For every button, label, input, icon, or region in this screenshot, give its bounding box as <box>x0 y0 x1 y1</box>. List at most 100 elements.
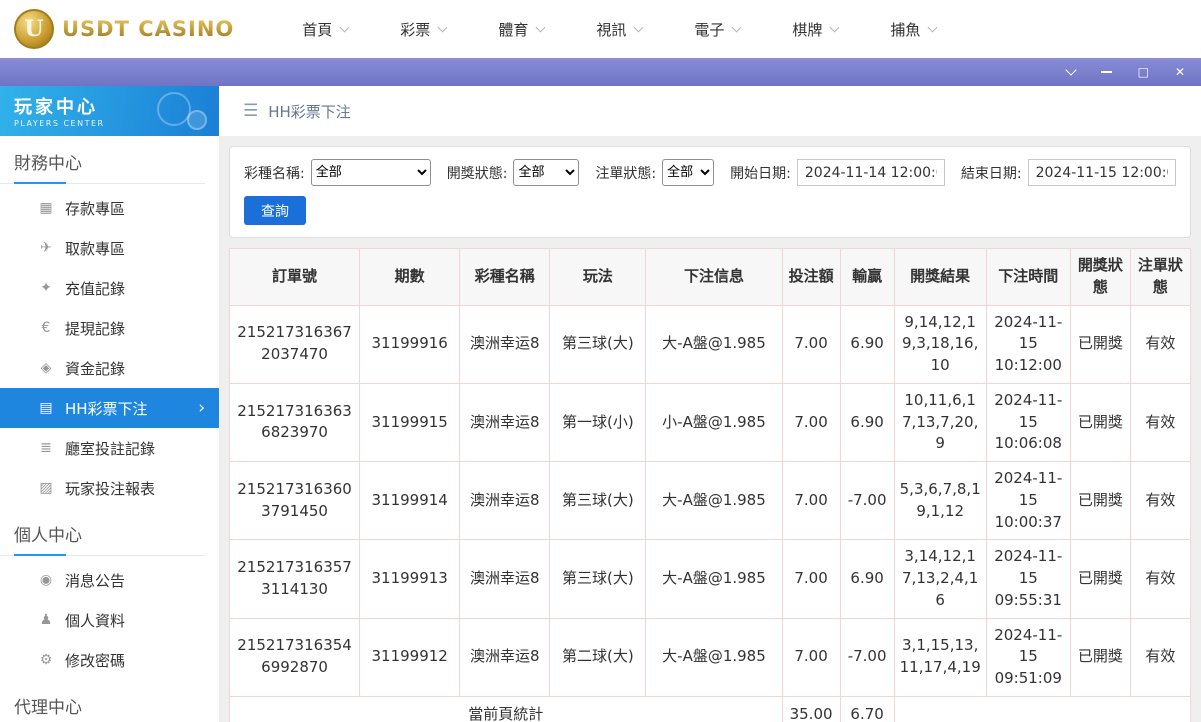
app-window: U USDT CASINO 首頁 彩票 體育 視訊 電子 棋牌 捕魚 □ ✕ 玩家中心 PL… <box>0 0 1201 722</box>
nav-item[interactable]: 棋牌 <box>792 19 840 40</box>
column-header: 下注信息 <box>645 248 783 306</box>
table-row: 2152173163573114130 31199913 澳洲幸运8 第三球(大) 大-… <box>228 539 1192 619</box>
sidebar-item-label: 存款專區 <box>65 199 126 218</box>
table-cell: 3,14,12,17,13,2,4,16 <box>893 539 987 619</box>
sidebar-item-fund-records[interactable]: ◈ 資金記錄 <box>0 348 219 388</box>
summary-winloss-total: 6.70 <box>839 695 895 722</box>
table-cell: 5,3,6,7,8,19,1,12 <box>893 460 987 541</box>
window-maximize-icon[interactable]: □ <box>1138 66 1149 78</box>
list-icon: ≣ <box>40 440 52 456</box>
table-cell: 大-A盤@1.985 <box>645 460 783 541</box>
bet-table: 訂單號 期數 彩種名稱 玩法 下注信息 投注額 輸贏 開獎結果 下注時間 開獎狀態 注單狀態 2152… <box>228 248 1192 722</box>
funds-icon: ◈ <box>40 360 52 376</box>
logo-icon: U <box>14 9 54 49</box>
transfer-icon: ✈ <box>40 240 52 256</box>
table-cell: 2024-11-15 10:06:08 <box>985 382 1071 463</box>
table-cell: 31199915 <box>359 382 461 463</box>
coin-icon: € <box>41 320 51 336</box>
sidebar-item-withdrawal-records[interactable]: € 提現記錄 <box>0 308 219 348</box>
table-cell: 大-A盤@1.985 <box>645 304 783 384</box>
sidebar-section-header: 個人中心 <box>0 508 205 556</box>
nav-item-label: 捕魚 <box>890 20 921 39</box>
dice-decoration <box>187 110 207 130</box>
nav-item-label: 棋牌 <box>792 20 823 39</box>
summary-empty-cell <box>893 695 1192 722</box>
sidebar-item-hh-lottery-bets[interactable]: ▤ HH彩票下注 › <box>0 388 219 428</box>
table-cell: 大-A盤@1.985 <box>645 539 783 619</box>
summary-bet-total: 35.00 <box>781 695 841 722</box>
table-cell: 有效 <box>1129 304 1192 384</box>
window-minimize-icon[interactable] <box>1100 71 1112 73</box>
chevron-right-icon: › <box>198 398 205 418</box>
table-cell: 第三球(大) <box>549 304 647 384</box>
menu-toggle-icon[interactable]: ☰ <box>243 101 258 121</box>
logo[interactable]: U USDT CASINO <box>14 9 234 49</box>
sidebar-section-header: 代理中心 <box>0 680 205 722</box>
table-cell: 有效 <box>1129 460 1192 541</box>
sidebar-item-withdraw[interactable]: ✈ 取款專區 <box>0 228 219 268</box>
table-cell: 第二球(大) <box>549 617 647 697</box>
table-cell: 有效 <box>1129 539 1192 619</box>
table-cell: 2024-11-15 10:12:00 <box>985 304 1071 384</box>
table-cell: 澳洲幸运8 <box>459 460 551 541</box>
column-header: 開獎狀態 <box>1069 248 1131 306</box>
table-cell: 有效 <box>1129 382 1192 463</box>
window-close-icon[interactable]: ✕ <box>1175 66 1185 78</box>
logo-text: USDT CASINO <box>62 17 235 41</box>
sidebar-item-label: 資金記錄 <box>65 359 126 378</box>
sidebar-item-label: 提現記錄 <box>65 319 126 338</box>
chevron-down-icon <box>829 22 840 32</box>
bet-status-select[interactable]: 全部 <box>662 159 715 186</box>
nav-item[interactable]: 首頁 <box>302 19 350 40</box>
column-header: 下注時間 <box>985 248 1071 306</box>
table-row: 2152173163603791450 31199914 澳洲幸运8 第三球(大) 大-… <box>228 460 1192 541</box>
column-header: 注單狀態 <box>1129 248 1192 306</box>
nav-item-label: 體育 <box>498 20 529 39</box>
column-header: 輸贏 <box>839 248 895 306</box>
table-cell: 已開獎 <box>1069 304 1131 384</box>
table-cell: 6.90 <box>839 304 895 384</box>
table-cell: 31199916 <box>359 304 461 384</box>
breadcrumb-bar: ☰ HH彩票下注 <box>219 86 1201 136</box>
table-row: 2152173163546992870 31199912 澳洲幸运8 第二球(大) 大-… <box>228 617 1192 697</box>
table-cell: 澳洲幸运8 <box>459 382 551 463</box>
nav-item-label: 彩票 <box>400 20 431 39</box>
filter-row: 彩種名稱: 全部 開獎狀態: 全部 注單狀態: 全部 開始日期: 結束日期: <box>244 159 1176 186</box>
table-cell: 2152173163573114130 <box>228 539 361 619</box>
sidebar-item-deposit[interactable]: ▦ 存款專區 <box>0 188 219 228</box>
sidebar-item-announcements[interactable]: ◉ 消息公告 <box>0 560 219 600</box>
nav-item[interactable]: 體育 <box>498 19 546 40</box>
nav-item-label: 首頁 <box>302 20 333 39</box>
column-header: 彩種名稱 <box>459 248 551 306</box>
top-header: U USDT CASINO 首頁 彩票 體育 視訊 電子 棋牌 捕魚 <box>0 0 1201 58</box>
table-cell: 6.90 <box>839 539 895 619</box>
sidebar-item-recharge-records[interactable]: ✦ 充值記錄 <box>0 268 219 308</box>
sidebar-item-player-bet-report[interactable]: ▨ 玩家投注報表 <box>0 468 219 508</box>
end-date-input[interactable] <box>1027 159 1176 186</box>
sidebar-item-change-password[interactable]: ⚙ 修改密碼 <box>0 640 219 680</box>
nav-item[interactable]: 視訊 <box>596 19 644 40</box>
chevron-down-icon <box>633 22 644 32</box>
nav-item[interactable]: 電子 <box>694 19 742 40</box>
table-cell: 2152173163636823970 <box>228 382 361 463</box>
sidebar: 玩家中心 PLAYERS CENTER 財務中心 ▦ 存款專區 ✈ 取款專區 ✦ 充值記錄 €… <box>0 86 219 722</box>
sidebar-item-profile[interactable]: ♟ 個人資料 <box>0 600 219 640</box>
sidebar-item-label: 廳室投註記錄 <box>65 439 156 458</box>
nav-item[interactable]: 捕魚 <box>890 19 938 40</box>
report-icon: ▨ <box>39 480 53 496</box>
sidebar-item-label: 消息公告 <box>65 571 126 590</box>
start-date-input[interactable] <box>796 159 945 186</box>
table-cell: 已開獎 <box>1069 382 1131 463</box>
draw-status-select[interactable]: 全部 <box>513 159 580 186</box>
sidebar-item-room-bet-records[interactable]: ≣ 廳室投註記錄 <box>0 428 219 468</box>
table-cell: 大-A盤@1.985 <box>645 617 783 697</box>
search-button[interactable]: 查詢 <box>244 196 306 225</box>
table-cell: 3,1,15,13,11,17,4,19 <box>893 617 987 697</box>
table-cell: 7.00 <box>781 539 841 619</box>
window-chevron-down-icon[interactable] <box>1064 64 1077 76</box>
nav-item[interactable]: 彩票 <box>400 19 448 40</box>
table-cell: 第三球(大) <box>549 460 647 541</box>
lottery-name-select[interactable]: 全部 <box>310 159 431 186</box>
sidebar-menu: 財務中心 ▦ 存款專區 ✈ 取款專區 ✦ 充值記錄 € 提現記錄 ◈ 資金記錄 ▤ HH彩票下注 › ≣ 廳室… <box>0 136 219 722</box>
draw-status-label: 開獎狀態: <box>446 165 508 182</box>
